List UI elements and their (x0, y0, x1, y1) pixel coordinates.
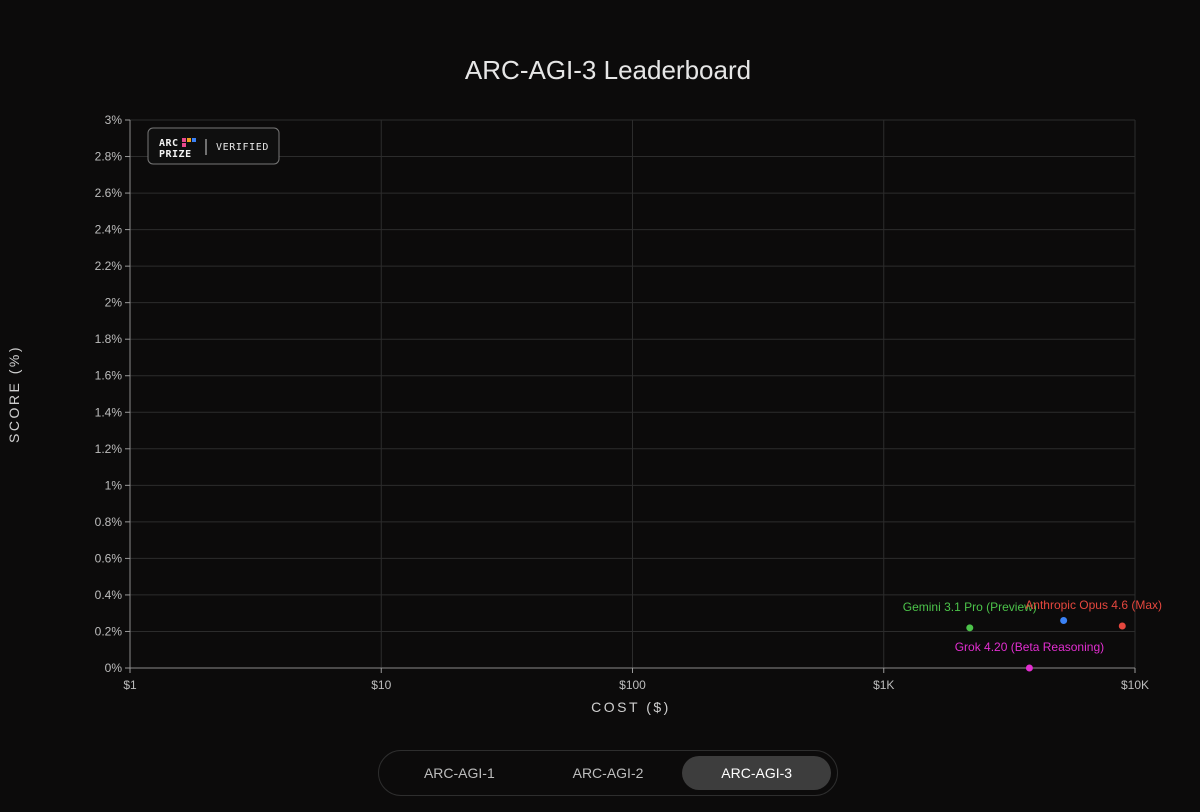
y-tick-label: 0% (105, 661, 123, 675)
data-point[interactable] (1118, 622, 1126, 630)
x-axis-label: COST ($) (591, 699, 671, 715)
y-tick-label: 1.2% (95, 442, 123, 456)
scatter-chart: ARC-AGI-3 Leaderboard 0% 0.2% 0.4% 0.6% 0.8%… (6, 55, 1162, 715)
y-tick-label: 2.4% (95, 223, 123, 237)
data-points: Gemini 3.1 Pro (Preview)Anthropic Opus 4… (903, 598, 1162, 672)
x-axis-ticks: $1 $10 $100 $1K $10K (123, 668, 1149, 692)
tab-arc-agi-2[interactable]: ARC-AGI-2 (534, 756, 683, 790)
y-tick-label: 0.8% (95, 515, 123, 529)
y-tick-label: 1.4% (95, 405, 123, 419)
x-tick-label: $10K (1121, 678, 1149, 692)
data-point[interactable] (1025, 664, 1033, 672)
y-tick-label: 2% (105, 296, 123, 310)
y-tick-label: 1.6% (95, 369, 123, 383)
x-tick-label: $100 (619, 678, 646, 692)
y-tick-label: 2.6% (95, 186, 123, 200)
y-tick-label: 1.8% (95, 332, 123, 346)
y-axis-ticks: 0% 0.2% 0.4% 0.6% 0.8% 1% 1.2% 1.4% 1.6% 1.8% 2% 2.… (95, 113, 130, 675)
x-tick-label: $1K (873, 678, 894, 692)
data-point[interactable] (966, 624, 974, 632)
y-axis-label: SCORE (%) (6, 345, 22, 443)
y-tick-label: 1% (105, 478, 123, 492)
data-point-label: Grok 4.20 (Beta Reasoning) (955, 640, 1104, 654)
y-tick-label: 2.8% (95, 150, 123, 164)
arc-prize-verified-badge: ARC PRIZE VERIFIED (147, 127, 280, 165)
data-point-label: Gemini 3.1 Pro (Preview) (903, 600, 1037, 614)
x-tick-label: $1 (123, 678, 137, 692)
tab-arc-agi-3[interactable]: ARC-AGI-3 (682, 756, 832, 790)
dataset-tab-switcher: ARC-AGI-1 ARC-AGI-2 ARC-AGI-3 (378, 750, 838, 796)
grid (129, 119, 1136, 669)
data-point-label: Anthropic Opus 4.6 (Max) (1025, 598, 1162, 612)
y-tick-label: 3% (105, 113, 123, 127)
chart-title: ARC-AGI-3 Leaderboard (465, 55, 751, 85)
y-tick-label: 0.2% (95, 624, 123, 638)
badge-brand-line1: ARC (159, 138, 179, 149)
badge-verified-label: VERIFIED (216, 142, 269, 153)
x-tick-label: $10 (371, 678, 391, 692)
badge-brand-line2: PRIZE (159, 149, 192, 160)
y-tick-label: 2.2% (95, 259, 123, 273)
data-point[interactable] (1060, 617, 1068, 625)
y-tick-label: 0.6% (95, 551, 123, 565)
tab-arc-agi-1[interactable]: ARC-AGI-1 (385, 756, 534, 790)
y-tick-label: 0.4% (95, 588, 123, 602)
